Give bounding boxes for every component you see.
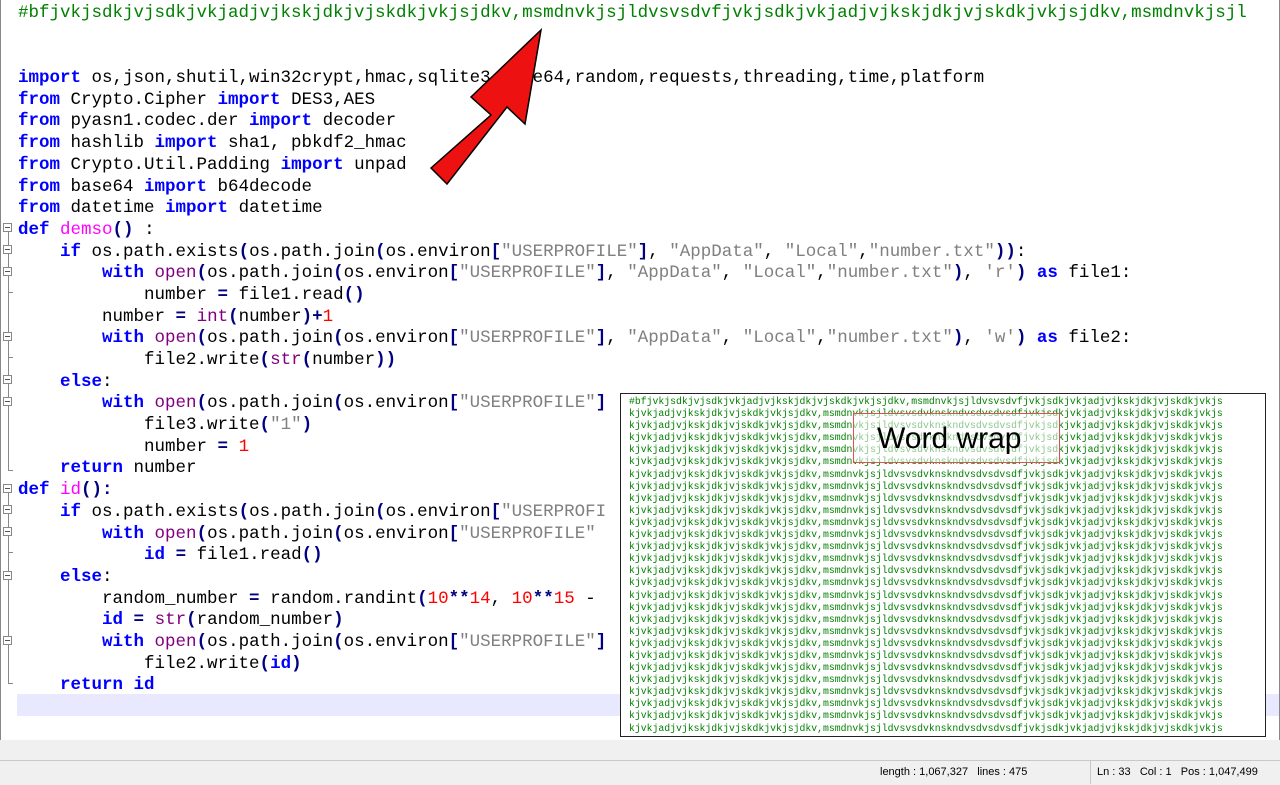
arrow-shape [429,27,543,186]
status-position: Ln : 33 Col : 1 Pos : 1,047,499 [1090,761,1264,784]
horizontal-scroll-area[interactable] [0,740,1280,760]
red-arrow-annotation [429,27,543,186]
status-bar: length : 1,067,327 lines : 475 Ln : 33 C… [0,760,1280,785]
status-length: length : 1,067,327 lines : 475 [880,766,1028,778]
code-editor[interactable]: #bfjvkjsdkjvjsdkjvkjadjvjkskjdkjvjskdkjv… [0,0,1280,740]
